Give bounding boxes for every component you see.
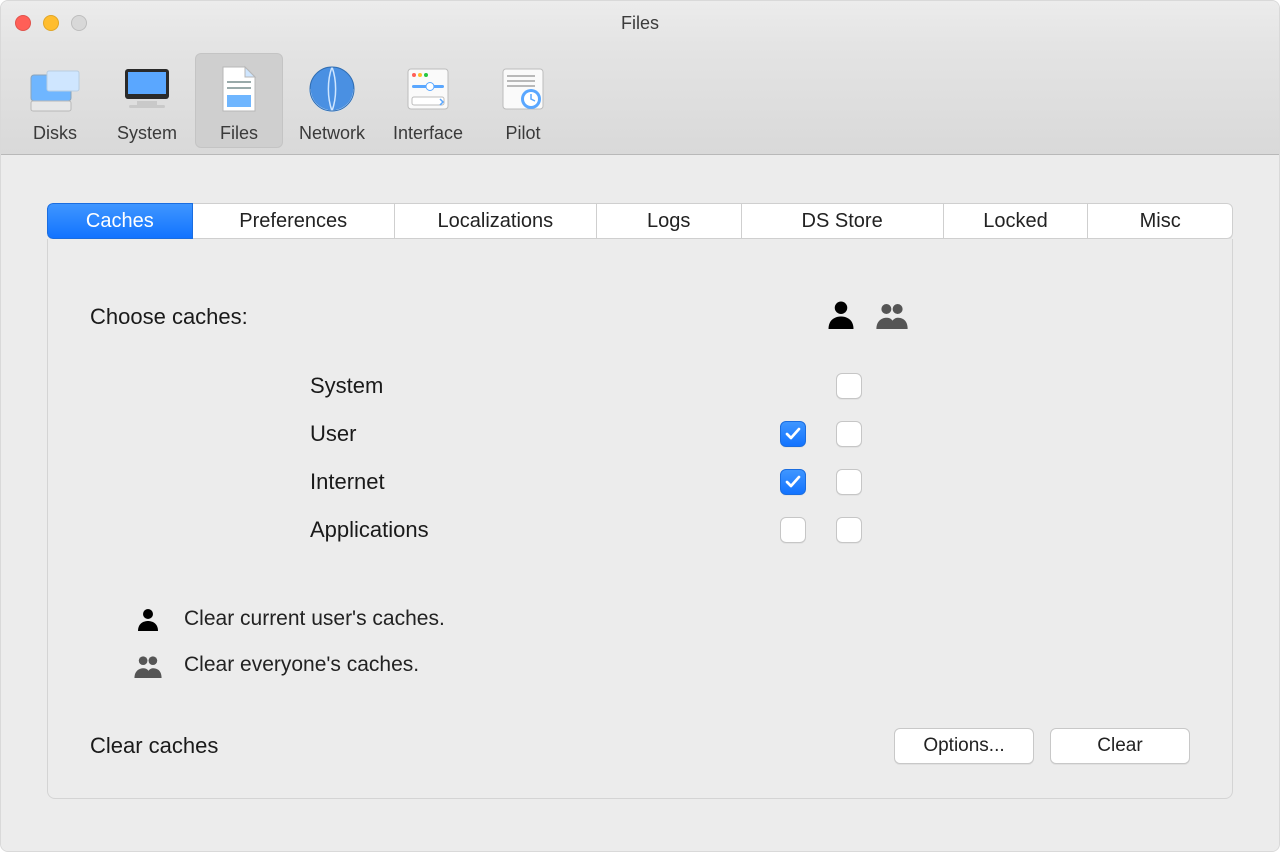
legend-everyone: Clear everyone's caches. — [130, 642, 1190, 688]
toolbar-system[interactable]: System — [103, 53, 191, 148]
legend-current-user: Clear current user's caches. — [130, 596, 1190, 642]
toolbar-network[interactable]: Network — [287, 53, 377, 148]
checkbox-internet-user[interactable] — [780, 469, 806, 495]
caches-panel: Choose caches: System User Internet — [47, 239, 1233, 799]
checkbox-applications-all[interactable] — [836, 517, 862, 543]
row-label: Applications — [310, 517, 780, 543]
checkbox-internet-all[interactable] — [836, 469, 862, 495]
sliders-icon — [396, 57, 460, 121]
row-applications: Applications — [90, 506, 1190, 554]
toolbar-label: Pilot — [506, 123, 541, 144]
legend: Clear current user's caches. Clear every… — [90, 596, 1190, 688]
row-label: System — [310, 373, 780, 399]
tab-caches[interactable]: Caches — [47, 203, 193, 239]
row-system: System — [90, 362, 1190, 410]
imac-icon — [115, 57, 179, 121]
content: Caches Preferences Localizations Logs DS… — [1, 155, 1279, 851]
legend-text: Clear everyone's caches. — [184, 653, 419, 677]
toolbar-label: System — [117, 123, 177, 144]
toolbar-interface[interactable]: Interface — [381, 53, 475, 148]
options-button[interactable]: Options... — [894, 728, 1034, 764]
toolbar: Disks System Files Network Interface Pil… — [1, 45, 1279, 155]
single-user-icon — [130, 606, 166, 632]
disk-icon — [23, 57, 87, 121]
tab-ds-store[interactable]: DS Store — [742, 203, 944, 239]
tab-preferences[interactable]: Preferences — [193, 203, 395, 239]
multi-user-icon — [874, 299, 910, 334]
footer: Clear caches Options... Clear — [90, 728, 1190, 764]
zoom-icon[interactable] — [71, 15, 87, 31]
window: Files Disks System Files Network Interfa… — [0, 0, 1280, 852]
choose-caches-label: Choose caches: — [90, 304, 248, 330]
clear-caches-label: Clear caches — [90, 733, 218, 759]
titlebar: Files — [1, 1, 1279, 45]
toolbar-disks[interactable]: Disks — [11, 53, 99, 148]
toolbar-files[interactable]: Files — [195, 53, 283, 148]
tab-logs[interactable]: Logs — [597, 203, 742, 239]
checkbox-user-user[interactable] — [780, 421, 806, 447]
row-user: User — [90, 410, 1190, 458]
checkbox-system-all[interactable] — [836, 373, 862, 399]
window-title: Files — [1, 13, 1279, 34]
toolbar-label: Network — [299, 123, 365, 144]
toolbar-pilot[interactable]: Pilot — [479, 53, 567, 148]
legend-text: Clear current user's caches. — [184, 607, 445, 631]
row-label: User — [310, 421, 780, 447]
traffic-lights — [15, 15, 87, 31]
file-icon — [207, 57, 271, 121]
row-internet: Internet — [90, 458, 1190, 506]
row-label: Internet — [310, 469, 780, 495]
checkbox-applications-user[interactable] — [780, 517, 806, 543]
single-user-icon — [826, 299, 856, 334]
checkbox-user-all[interactable] — [836, 421, 862, 447]
close-icon[interactable] — [15, 15, 31, 31]
clock-icon — [491, 57, 555, 121]
toolbar-label: Interface — [393, 123, 463, 144]
toolbar-label: Disks — [33, 123, 77, 144]
tab-strip: Caches Preferences Localizations Logs DS… — [47, 203, 1233, 239]
tab-locked[interactable]: Locked — [944, 203, 1089, 239]
clear-button[interactable]: Clear — [1050, 728, 1190, 764]
multi-user-icon — [130, 652, 166, 678]
tab-misc[interactable]: Misc — [1088, 203, 1233, 239]
tab-localizations[interactable]: Localizations — [395, 203, 597, 239]
globe-icon — [300, 57, 364, 121]
toolbar-label: Files — [220, 123, 258, 144]
minimize-icon[interactable] — [43, 15, 59, 31]
